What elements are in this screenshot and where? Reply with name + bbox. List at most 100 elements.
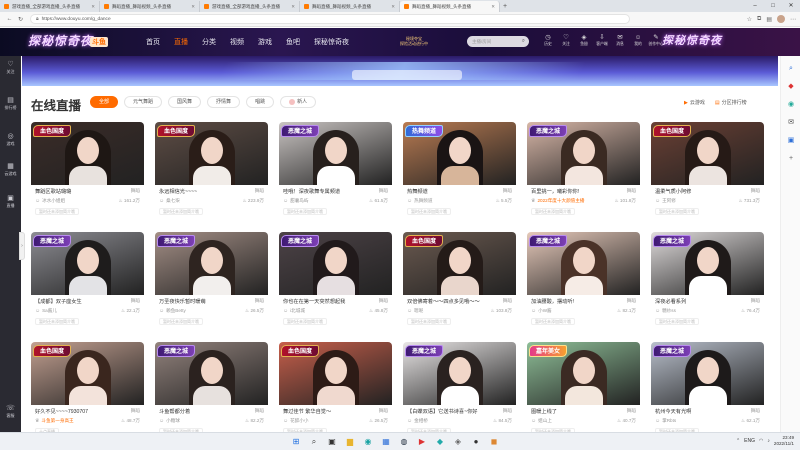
- filter-chip[interactable]: 唱跳: [246, 96, 275, 108]
- filter-chip[interactable]: 新人: [280, 96, 317, 108]
- windows-start-icon[interactable]: ⊞: [290, 436, 302, 448]
- history-button[interactable]: ◷ 历史: [541, 34, 555, 47]
- live-room-card[interactable]: 恶魔之城 万圣夜快乐暂时暖萌 舞蹈 ☺ 赖鱼Betty ♨ 26.5万 暂时还未添加简介哦: [155, 232, 268, 332]
- live-room-card[interactable]: 恶魔之城 深夜必看系列 舞蹈 ☺ 糖纱ss ♨ 76.4万 暂时还未添加简介哦: [651, 232, 764, 332]
- room-thumbnail[interactable]: 血色国度: [31, 342, 144, 405]
- streamer-name[interactable]: ☺ 冰水小姐姐: [35, 198, 65, 204]
- live-room-card[interactable]: 恶魔之城杭州今天有光啊舞蹈☺掌Rbts♨ 62.1万暂时还未添加简介哦: [651, 342, 764, 442]
- more-menu-icon[interactable]: ⋯: [790, 16, 796, 23]
- room-category[interactable]: 舞蹈: [627, 298, 636, 304]
- room-category[interactable]: 舞蹈: [379, 408, 388, 414]
- volume-icon[interactable]: ♪: [767, 438, 770, 444]
- app-icon[interactable]: ▶: [416, 436, 428, 448]
- room-category[interactable]: 舞蹈: [751, 408, 760, 414]
- tab-close-icon[interactable]: ✕: [91, 4, 95, 10]
- lang-indicator[interactable]: ENG: [744, 438, 755, 444]
- live-room-card[interactable]: 恶魔之城 百里挑一，曦彩你你! 舞蹈 ♛ 2022年度十大颜值主播 ♨ 101.8万 暂时还…: [527, 122, 640, 222]
- room-title[interactable]: 加油腰酸，摆动听!: [531, 298, 611, 305]
- room-thumbnail[interactable]: 恶魔之城: [651, 342, 764, 405]
- search-input[interactable]: 主播/房间 ⌕: [467, 36, 529, 47]
- section-tool-button[interactable]: ▤ 分区排行榜: [715, 99, 747, 106]
- live-room-card[interactable]: 恶魔之城 【成都】双子座女生 舞蹈 ☺ Sa酱儿 ♨ 22.1万 暂时还未添加简介哦: [31, 232, 144, 332]
- room-category[interactable]: 舞蹈: [503, 408, 512, 414]
- nav-item[interactable]: 游戏: [258, 37, 272, 47]
- room-thumbnail[interactable]: 恶魔之城: [527, 232, 640, 295]
- network-icon[interactable]: ◠: [759, 438, 763, 444]
- tab-close-icon[interactable]: ✕: [491, 4, 495, 10]
- search-icon[interactable]: ⌕: [308, 436, 320, 448]
- search-icon[interactable]: ⌕: [522, 38, 525, 45]
- tab-close-icon[interactable]: ✕: [191, 4, 195, 10]
- room-title[interactable]: 斗鱼帮都分着: [159, 408, 239, 415]
- room-thumbnail[interactable]: 恶魔之城: [155, 232, 268, 295]
- sidebar-item[interactable]: ◎ 游戏: [0, 132, 21, 147]
- room-title[interactable]: 你也在在第一天突然想起我: [283, 298, 363, 305]
- live-room-card[interactable]: 恶魔之城 你也在在第一天突然想起我 舞蹈 ☺ i北城城 ♨ 45.8万 暂时还未添加简介哦: [279, 232, 392, 332]
- room-title[interactable]: 万圣夜快乐暂时暖萌: [159, 298, 239, 305]
- collections-icon[interactable]: ▤: [766, 16, 772, 23]
- browser-tab[interactable]: 游戏直播_全部游戏直播_头条直播 ✕: [0, 1, 100, 12]
- streamer-name[interactable]: ☺ 金相桥: [407, 418, 428, 424]
- browser-tab[interactable]: 舞蹈直播_舞蹈视频_头条直播 ✕: [400, 1, 500, 12]
- browser-tab[interactable]: 舞蹈直播_舞蹈视频_头条直播 ✕: [300, 1, 400, 12]
- room-category[interactable]: 舞蹈: [255, 298, 264, 304]
- close-button[interactable]: ✕: [782, 0, 800, 12]
- room-title[interactable]: 【成都】双子座女生: [35, 298, 115, 305]
- app2-icon[interactable]: ◆: [434, 436, 446, 448]
- file-explorer-icon[interactable]: ▆: [344, 436, 356, 448]
- room-thumbnail[interactable]: 血色国度: [651, 122, 764, 185]
- live-room-card[interactable]: 恶魔之城 加油腰酸，摆动听! 舞蹈 ☺ 小W酱 ♨ 82.1万 暂时还未添加简介哦: [527, 232, 640, 332]
- room-thumbnail[interactable]: 恶魔之城: [527, 122, 640, 185]
- live-room-card[interactable]: 血色国度 永远相信光~~~~ 舞蹈 ☺ 桑七柒 ♨ 223.9万 暂时还未添加简介哦: [155, 122, 268, 222]
- live-room-card[interactable]: 血色国度 双倍佛寄着～～四点多见哦～～ 舞蹈 ☺ 嗯呢 ♨ 103.8万 暂时还未添加简介哦: [403, 232, 516, 332]
- room-thumbnail[interactable]: 恶魔之城: [651, 232, 764, 295]
- room-thumbnail[interactable]: 恶魔之城: [155, 342, 268, 405]
- filter-chip[interactable]: 全部: [90, 96, 119, 108]
- live-room-card[interactable]: 血色国度舞过佳节 繁华自觉～舞蹈☺花醉小小♨ 26.5万暂时还未添加简介哦: [279, 342, 392, 442]
- live-room-card[interactable]: 恶魔之城【白蝶双语】它送书诗喜~你好舞蹈☺金相桥♨ 84.5万暂时还未添加简介哦: [403, 342, 516, 442]
- nav-item[interactable]: 分类: [202, 37, 216, 47]
- app3-icon[interactable]: ◈: [452, 436, 464, 448]
- room-title[interactable]: 双倍佛寄着～～四点多见哦～～: [407, 298, 487, 305]
- filter-chip[interactable]: 元气舞蹈: [124, 96, 163, 108]
- room-title[interactable]: 温柔气质小阿修: [655, 188, 735, 195]
- sidebar-collapse-button[interactable]: ›: [19, 232, 25, 260]
- streamer-name[interactable]: ☺ 甜薯岛屿: [283, 198, 309, 204]
- rail-add-icon[interactable]: +: [786, 154, 796, 164]
- refresh-icon[interactable]: ↻: [15, 16, 26, 23]
- room-category[interactable]: 舞蹈: [131, 188, 140, 194]
- sidebar-item[interactable]: ▤ 排行榜: [0, 96, 21, 111]
- user-button[interactable]: ☺ 我的: [631, 34, 645, 47]
- room-title[interactable]: 深夜必看系列: [655, 298, 735, 305]
- room-thumbnail[interactable]: 血色国度: [155, 122, 268, 185]
- live-room-card[interactable]: 血色国度 舞蹈区歌站璐璐 舞蹈 ☺ 冰水小姐姐 ♨ 161.2万 暂时还未添加简介哦: [31, 122, 144, 222]
- room-category[interactable]: 舞蹈: [379, 188, 388, 194]
- section-tool-button[interactable]: ▶ 云游戏: [684, 99, 705, 106]
- streamer-name[interactable]: ☺ i北城城: [283, 308, 305, 314]
- live-room-card[interactable]: 血色国度 温柔气质小阿修 舞蹈 ☺ 王阿修 ♨ 731.3万 暂时还未添加简介哦: [651, 122, 764, 222]
- message-button[interactable]: ✉ 消息: [613, 34, 627, 47]
- room-category[interactable]: 舞蹈: [131, 408, 140, 414]
- streamer-name[interactable]: ☺ 热舞频道: [407, 198, 433, 204]
- streamer-name[interactable]: ☺ 王阿修: [655, 198, 676, 204]
- room-thumbnail[interactable]: 血色国度: [279, 342, 392, 405]
- create-button[interactable]: ✎ 创作中心: [648, 34, 663, 47]
- room-title[interactable]: 哇哦！深夜歌舞专属频道: [283, 188, 363, 195]
- room-category[interactable]: 舞蹈: [627, 188, 636, 194]
- room-thumbnail[interactable]: 恶魔之城: [279, 122, 392, 185]
- room-category[interactable]: 舞蹈: [379, 298, 388, 304]
- live-room-card[interactable]: 恶魔之城 哇哦！深夜歌舞专属频道 舞蹈 ☺ 甜薯岛屿 ♨ 61.5万 暂时还未添加简介哦: [279, 122, 392, 222]
- live-room-card[interactable]: 血色国度好久不见~~~~7930707舞蹈♛斗鱼第一身高王♨ 48.7万十点直播: [31, 342, 144, 442]
- streamer-name[interactable]: ☺ 小糖球: [159, 418, 180, 424]
- download-button[interactable]: ⇩ 客户端: [595, 34, 609, 47]
- nav-item[interactable]: 直播: [174, 37, 188, 47]
- room-category[interactable]: 舞蹈: [503, 298, 512, 304]
- minimize-button[interactable]: –: [746, 0, 764, 12]
- promo-banner-mini[interactable]: 秘境夺宝 探险活动进行中: [400, 36, 428, 46]
- nav-item[interactable]: 首页: [146, 37, 160, 47]
- room-category[interactable]: 舞蹈: [255, 408, 264, 414]
- live-room-card[interactable]: 嘉年美女图暖上线了舞蹈☺姐山上♨ 40.7万暂时还未添加简介哦: [527, 342, 640, 442]
- room-category[interactable]: 舞蹈: [751, 188, 760, 194]
- store-icon[interactable]: ▦: [380, 436, 392, 448]
- back-icon[interactable]: ←: [4, 16, 15, 22]
